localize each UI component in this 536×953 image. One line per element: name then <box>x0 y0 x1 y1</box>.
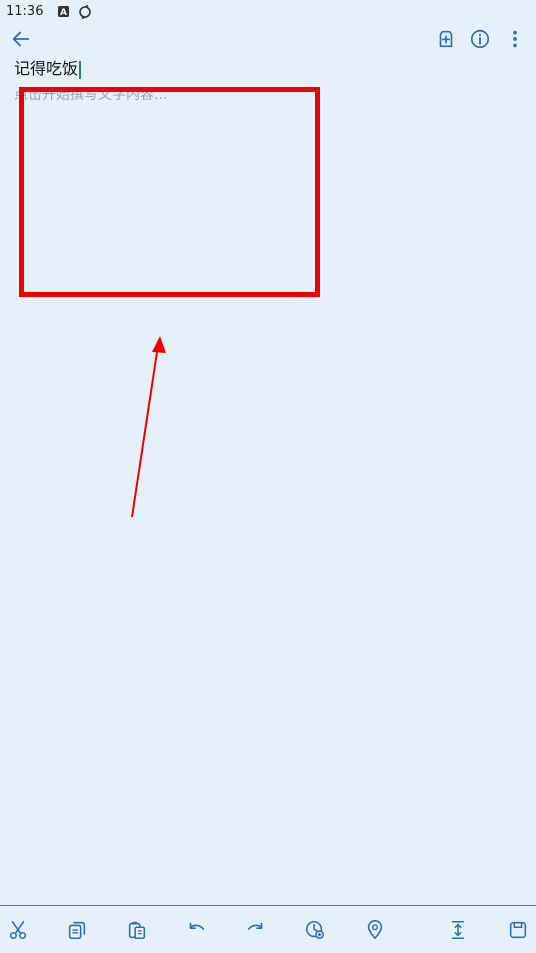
save-button[interactable] <box>504 916 532 944</box>
bottom-toolbar <box>0 906 536 953</box>
text-cursor <box>79 60 82 79</box>
more-vert-icon <box>513 30 517 48</box>
add-time-button[interactable] <box>301 916 329 944</box>
undo-button[interactable] <box>182 916 210 944</box>
save-icon <box>509 921 527 939</box>
expand-icon <box>451 920 465 940</box>
info-icon <box>470 29 490 49</box>
expand-button[interactable] <box>444 916 472 944</box>
location-button[interactable] <box>361 916 389 944</box>
copy-icon <box>68 921 86 940</box>
note-title-text: 记得吃饭 <box>14 59 79 78</box>
app-bar <box>0 24 536 56</box>
add-tag-icon <box>439 30 453 48</box>
redo-icon <box>247 922 263 930</box>
cut-button[interactable] <box>4 916 32 944</box>
note-title-input[interactable]: 记得吃饭 <box>14 58 82 80</box>
status-bar: 11:36 A <box>0 0 536 22</box>
annotation-highlight-box <box>19 87 320 297</box>
arrow-back-icon <box>12 31 30 47</box>
add-tag-button[interactable] <box>431 24 461 54</box>
keyboard-a-icon: A <box>57 5 70 18</box>
svg-text:A: A <box>60 8 67 18</box>
note-editor-screen: 11:36 A 记得吃饭 点击开始撰写文字内容... <box>0 0 536 953</box>
sync-icon <box>78 4 92 19</box>
copy-button[interactable] <box>63 916 91 944</box>
cut-icon <box>9 920 27 940</box>
status-time: 11:36 <box>6 3 44 19</box>
redo-button[interactable] <box>242 916 270 944</box>
paste-button[interactable] <box>123 916 151 944</box>
undo-icon <box>189 922 205 930</box>
back-button[interactable] <box>6 24 36 54</box>
more-options-button[interactable] <box>500 24 530 54</box>
paste-icon <box>128 921 146 940</box>
info-button[interactable] <box>465 24 495 54</box>
add-time-icon <box>305 920 324 939</box>
location-icon <box>367 920 383 940</box>
